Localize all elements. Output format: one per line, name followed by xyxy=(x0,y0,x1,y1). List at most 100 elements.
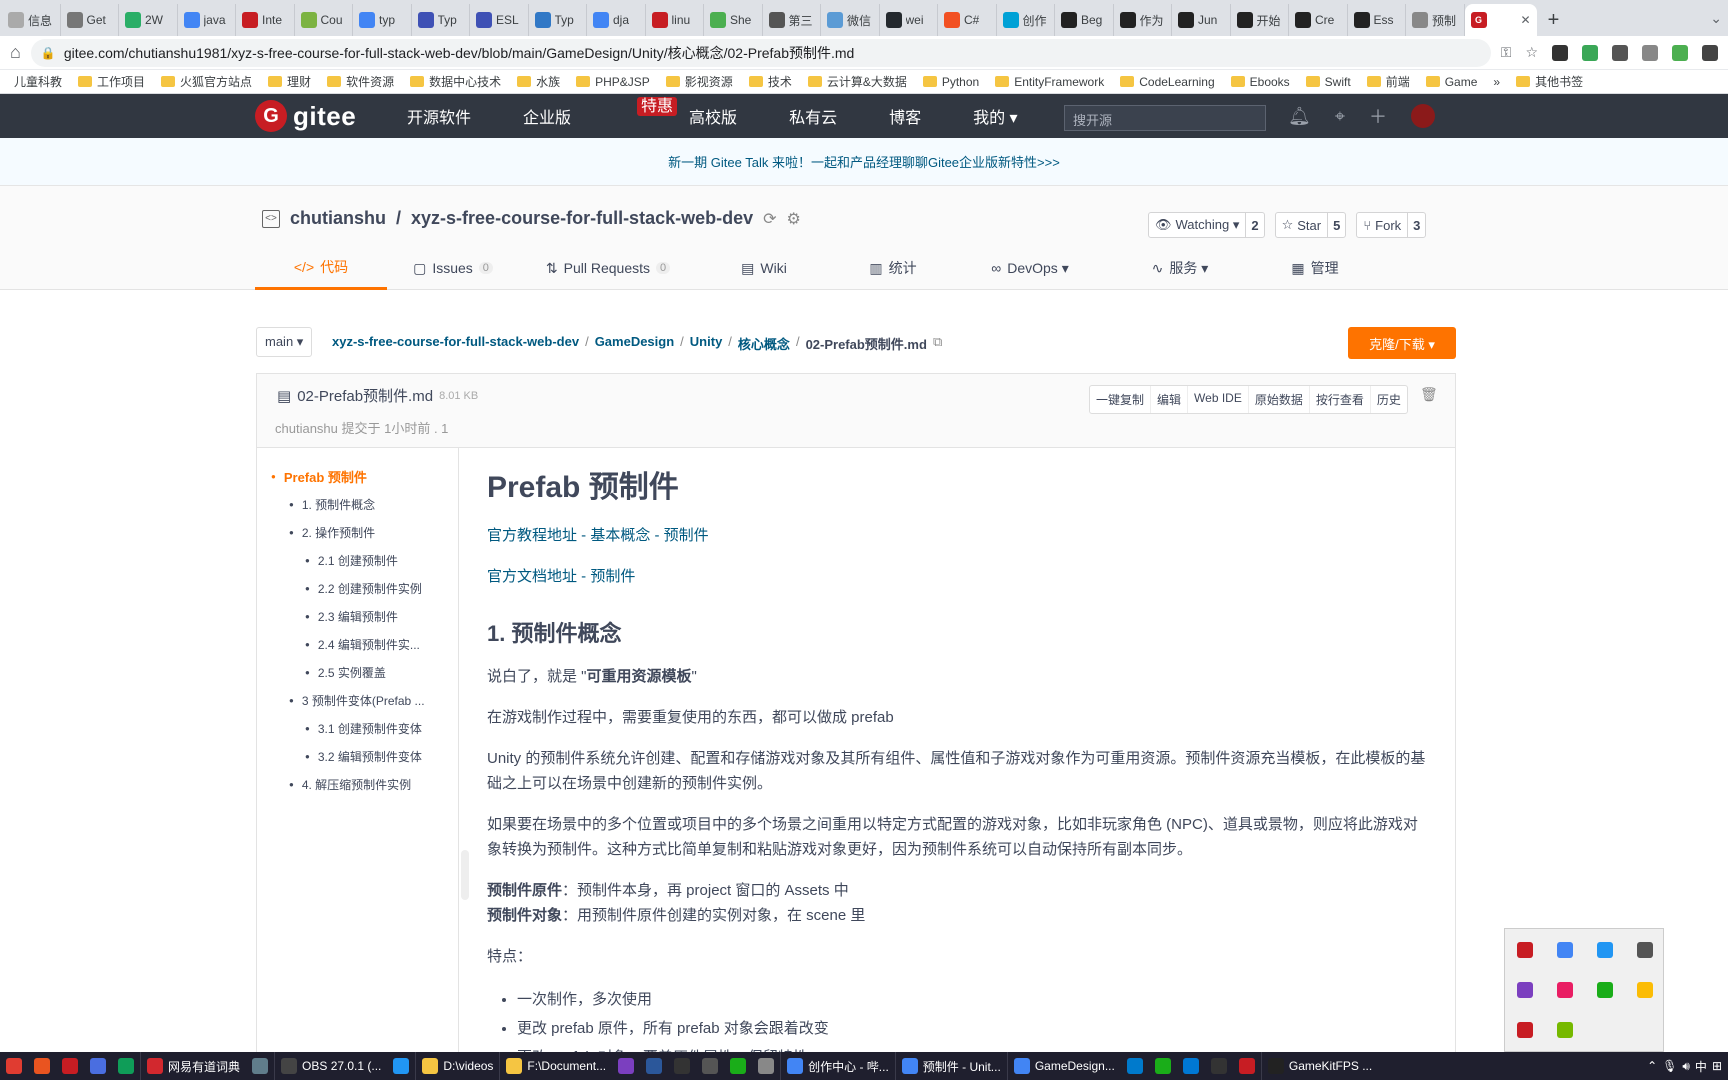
breadcrumb-link[interactable]: xyz-s-free-course-for-full-stack-web-dev xyxy=(332,334,579,353)
bookmark-item[interactable]: 前端 xyxy=(1359,73,1418,90)
taskbar-item[interactable] xyxy=(28,1052,56,1080)
taskbar-item[interactable] xyxy=(56,1052,84,1080)
taskbar-item[interactable] xyxy=(1177,1052,1205,1080)
close-tab-icon[interactable]: ✕ xyxy=(1520,13,1530,27)
breadcrumb-link[interactable]: Unity xyxy=(690,334,723,353)
browser-tab[interactable]: Get xyxy=(61,4,119,36)
repo-owner-link[interactable]: chutianshu xyxy=(290,208,386,229)
toc-item[interactable]: ● 2.1 创建预制件 xyxy=(257,546,458,574)
taskbar-item[interactable] xyxy=(1233,1052,1261,1080)
banner-text[interactable]: 新一期 Gitee Talk 来啦！一起和产品经理聊聊Gitee企业版新特性>>… xyxy=(668,152,1060,171)
bookmark-item[interactable]: Game xyxy=(1418,75,1486,89)
taskbar-item[interactable] xyxy=(1121,1052,1149,1080)
breadcrumb-link[interactable]: 核心概念 xyxy=(738,334,790,353)
fork-count[interactable]: 3 xyxy=(1407,213,1425,237)
bookmark-item[interactable]: CodeLearning xyxy=(1112,75,1222,89)
bookmark-item[interactable]: 水族 xyxy=(509,73,568,90)
watch-button[interactable]: 👁︎ Watching ▾ 2 xyxy=(1148,212,1265,238)
taskbar-item[interactable]: GameKitFPS ... xyxy=(1260,1052,1378,1080)
taskbar-item[interactable] xyxy=(387,1052,415,1080)
taskbar-item[interactable] xyxy=(1149,1052,1177,1080)
tray-app-icon[interactable] xyxy=(1517,1021,1533,1041)
bookmark-item[interactable]: Ebooks xyxy=(1223,75,1298,89)
taskbar-item[interactable] xyxy=(612,1052,640,1080)
bookmark-star-icon[interactable]: ☆ xyxy=(1525,44,1538,61)
file-action-button[interactable]: 历史 xyxy=(1371,386,1407,413)
announcement-banner[interactable]: 新一期 Gitee Talk 来啦！一起和产品经理聊聊Gitee企业版新特性>>… xyxy=(0,138,1728,186)
toc-item[interactable]: ● 2.2 创建预制件实例 xyxy=(257,574,458,602)
toc-item[interactable]: ● 2.5 实例覆盖 xyxy=(257,658,458,686)
nav-item[interactable]: 博客 xyxy=(889,104,947,128)
tray-app-icon[interactable] xyxy=(1557,1021,1573,1041)
browser-tab[interactable]: She xyxy=(704,4,763,36)
breadcrumb-link[interactable]: GameDesign xyxy=(595,334,674,353)
taskbar-item[interactable]: 网易有道词典 xyxy=(140,1052,246,1080)
bookmarks-overflow-button[interactable]: » xyxy=(1485,75,1508,89)
copy-icon[interactable]: ⧉ xyxy=(933,334,942,353)
toc-item[interactable]: ● 1. 预制件概念 xyxy=(257,490,458,518)
taskbar-item[interactable] xyxy=(112,1052,140,1080)
bookmark-item[interactable]: 软件资源 xyxy=(319,73,402,90)
extension-icon[interactable] xyxy=(1552,44,1568,61)
tray-app-icon[interactable] xyxy=(1517,981,1533,1001)
ime-indicator[interactable]: 中 xyxy=(1695,1058,1707,1075)
repo-tab[interactable]: ▥ 统计 xyxy=(831,246,955,290)
browser-tab[interactable]: 开始 xyxy=(1231,4,1289,36)
taskbar-item[interactable]: F:\Document... xyxy=(499,1052,612,1080)
clone-download-button[interactable]: 克隆/下载 ▾ xyxy=(1348,327,1456,359)
extension-icon[interactable] xyxy=(1642,44,1658,61)
bookmark-item[interactable]: Swift xyxy=(1298,75,1359,89)
repo-tab[interactable]: ∞ DevOps ▾ xyxy=(955,246,1105,290)
extension-icon[interactable] xyxy=(1672,44,1688,61)
location-pin-icon[interactable]: ⌖ xyxy=(1335,106,1345,127)
notification-icon[interactable]: ⊞ xyxy=(1712,1059,1722,1073)
browser-tab[interactable]: Jun xyxy=(1172,4,1231,36)
extension-icon[interactable] xyxy=(1702,44,1718,61)
fork-button[interactable]: ⑂ Fork 3 xyxy=(1356,212,1427,238)
star-button[interactable]: ☆ Star 5 xyxy=(1274,212,1347,238)
taskbar-item[interactable] xyxy=(1205,1052,1233,1080)
repo-tab[interactable]: ▦ 管理 xyxy=(1255,246,1375,290)
bookmark-item[interactable]: 云计算&大数据 xyxy=(800,73,915,90)
bookmark-item[interactable]: 理财 xyxy=(260,73,319,90)
taskbar-item[interactable]: OBS 27.0.1 (... xyxy=(274,1052,387,1080)
tray-app-icon[interactable] xyxy=(1637,941,1653,961)
tab-search-icon[interactable]: ⌄ xyxy=(1710,10,1722,27)
repo-tab[interactable]: ⇅ Pull Requests 0 xyxy=(519,246,697,290)
browser-tab[interactable]: Typ xyxy=(412,4,470,36)
repo-name-link[interactable]: xyz-s-free-course-for-full-stack-web-dev xyxy=(411,208,753,229)
browser-tab[interactable]: 微信 xyxy=(821,4,880,36)
watch-count[interactable]: 2 xyxy=(1245,213,1263,237)
browser-tab[interactable]: 作为 xyxy=(1114,4,1172,36)
browser-tab[interactable]: 信息 xyxy=(2,4,61,36)
taskbar-item[interactable] xyxy=(724,1052,752,1080)
bookmark-item[interactable]: EntityFramework xyxy=(987,75,1112,89)
browser-tab[interactable]: 创作 xyxy=(997,4,1055,36)
taskbar-item[interactable] xyxy=(668,1052,696,1080)
extension-icon[interactable] xyxy=(1612,44,1628,61)
bookmark-item[interactable]: 影视资源 xyxy=(658,73,741,90)
bookmark-item[interactable]: 儿童科教 xyxy=(6,73,70,90)
microphone-icon[interactable]: 🎙︎ xyxy=(1662,1059,1677,1073)
browser-tab[interactable]: java xyxy=(178,4,236,36)
taskbar-item[interactable] xyxy=(640,1052,668,1080)
repo-tab[interactable]: ▢ Issues 0 xyxy=(387,246,519,290)
toc-item[interactable]: ● 2. 操作预制件 xyxy=(257,518,458,546)
bookmark-item[interactable]: 数据中心技术 xyxy=(402,73,509,90)
new-tab-button[interactable]: + xyxy=(1537,4,1571,36)
toc-item[interactable]: ● 2.4 编辑预制件实... xyxy=(257,630,458,658)
browser-tab[interactable]: C# xyxy=(938,4,997,36)
toc-item[interactable]: ● 3 预制件变体(Prefab ... xyxy=(257,686,458,714)
toc-item[interactable]: ● 3.2 编辑预制件变体 xyxy=(257,742,458,770)
toc-item[interactable]: ● 4. 解压缩预制件实例 xyxy=(257,770,458,798)
browser-tab[interactable]: 预制 xyxy=(1406,4,1465,36)
commit-info[interactable]: chutianshu 提交于 1小时前 . 1 xyxy=(275,418,448,437)
gitee-search-input[interactable]: 搜开源 xyxy=(1064,105,1266,131)
star-count[interactable]: 5 xyxy=(1327,213,1345,237)
browser-tab[interactable]: Inte xyxy=(236,4,295,36)
toc-item[interactable]: ● Prefab 预制件 xyxy=(257,462,458,490)
bell-icon[interactable]: 🔔︎ xyxy=(1288,106,1311,127)
tray-app-icon[interactable] xyxy=(1557,941,1573,961)
taskbar-item[interactable]: 预制件 - Unit... xyxy=(894,1052,1007,1080)
gitee-logo[interactable]: G gitee xyxy=(255,100,356,132)
